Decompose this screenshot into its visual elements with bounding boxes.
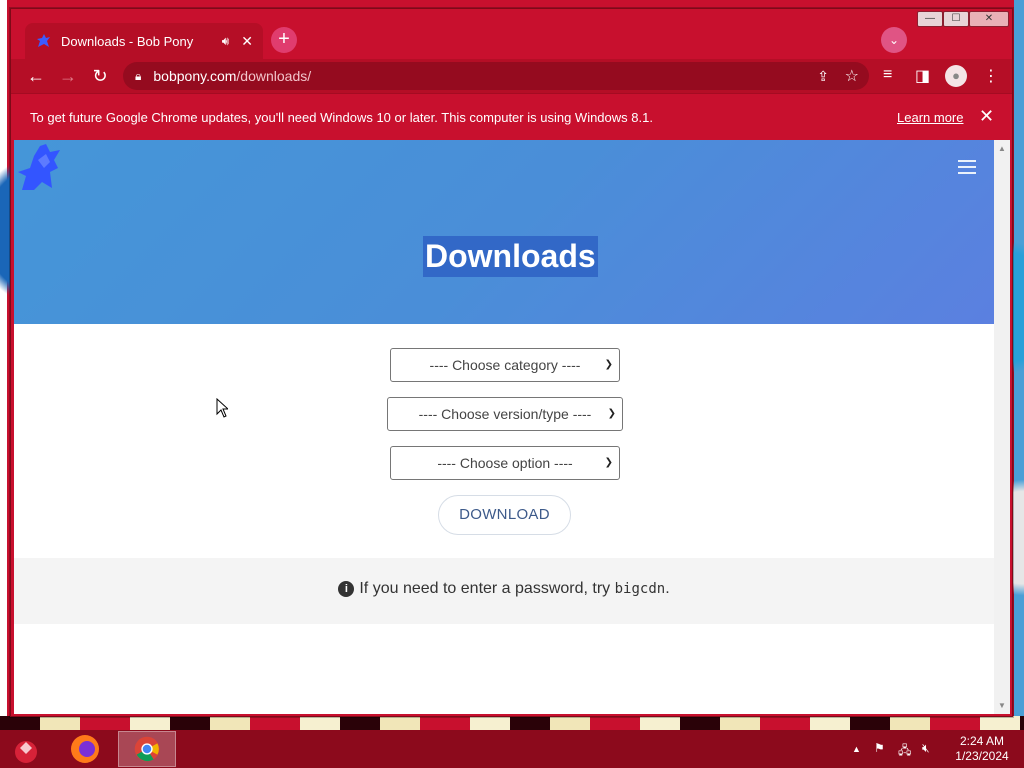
browser-toolbar: ← → ↻ 🔒︎ bobpony.com/downloads/ ⇪ ☆ ≡ ◨ … [11, 59, 1012, 93]
note-prefix: If you need to enter a password, try [359, 580, 615, 597]
note-password: bigcdn [614, 581, 666, 597]
sidepanel-icon[interactable]: ◨ [915, 66, 930, 86]
clock-date: 1/23/2024 [955, 749, 1009, 763]
start-button[interactable] [10, 734, 42, 766]
scroll-down-icon[interactable]: ▼ [998, 701, 1006, 710]
chevron-down-icon: ❯ [604, 457, 613, 468]
chevron-down-icon: ❯ [604, 359, 613, 370]
option-select-value: ---- Choose option ---- [437, 455, 573, 471]
menu-icon[interactable]: ⋮ [983, 66, 999, 86]
infobar-close-icon[interactable]: ✕ [979, 106, 994, 127]
firefox-icon[interactable] [56, 731, 114, 767]
tab-close-icon[interactable]: ✕ [241, 33, 253, 50]
info-icon: i [338, 581, 355, 597]
title-bar: Downloads - Bob Pony 🔊︎ ✕ + ⌄ — ☐ ✕ [11, 9, 1012, 61]
clock-time: 2:24 AM [959, 734, 1005, 748]
version-select[interactable]: ---- Choose version/type ---- ❯ [387, 397, 623, 431]
address-bar[interactable]: 🔒︎ bobpony.com/downloads/ ⇪ ☆ [123, 62, 869, 90]
bobpony-favicon-icon [37, 34, 50, 47]
lock-icon[interactable]: 🔒︎ [135, 69, 141, 84]
tray-overflow-icon[interactable]: ▲ [852, 744, 861, 754]
chrome-icon[interactable] [118, 731, 176, 767]
audio-icon[interactable]: 🔊︎ [222, 34, 230, 49]
site-logo[interactable] [16, 142, 64, 192]
windows-taskbar: ▲ ⚑ 🖧︎ 🔇︎ 2:24 AM 1/23/2024 [0, 730, 1024, 768]
category-select[interactable]: ---- Choose category ---- ❯ [390, 348, 620, 382]
download-button[interactable]: DOWNLOAD [438, 495, 571, 535]
infobar-message: To get future Google Chrome updates, you… [30, 110, 653, 125]
chevron-down-icon: ❯ [607, 408, 616, 419]
scroll-up-icon[interactable]: ▲ [998, 144, 1006, 153]
star-icon[interactable]: ☆ [845, 66, 859, 86]
system-clock[interactable]: 2:24 AM 1/23/2024 [948, 734, 1016, 764]
new-tab-icon[interactable]: + [271, 27, 297, 53]
browser-window: Downloads - Bob Pony 🔊︎ ✕ + ⌄ — ☐ ✕ ← → … [10, 8, 1013, 717]
version-select-value: ---- Choose version/type ---- [418, 406, 592, 422]
share-icon[interactable]: ⇪ [817, 68, 829, 85]
close-window-button[interactable]: ✕ [969, 11, 1009, 27]
tab-search-icon[interactable]: ⌄ [881, 27, 907, 53]
media-icon[interactable]: ≡ [883, 66, 892, 84]
back-icon[interactable]: ← [23, 63, 49, 89]
page-scrollbar[interactable]: ▲ ▼ [994, 140, 1010, 714]
url-path: /downloads/ [236, 68, 312, 84]
page-viewport: Downloads ---- Choose category ---- ❯ --… [14, 140, 994, 714]
forward-icon[interactable]: → [55, 63, 81, 89]
page-header: Downloads [14, 140, 994, 324]
reload-icon[interactable]: ↻ [87, 63, 113, 89]
minimize-button[interactable]: — [917, 11, 943, 27]
note-suffix: . [665, 580, 670, 597]
profile-icon[interactable]: ● [945, 65, 967, 87]
hamburger-icon[interactable] [958, 160, 976, 178]
url-host: bobpony.com [153, 68, 237, 84]
mouse-cursor-icon [216, 398, 228, 418]
option-select[interactable]: ---- Choose option ---- ❯ [390, 446, 620, 480]
password-note: i If you need to enter a password, try bi… [14, 558, 994, 624]
update-infobar: To get future Google Chrome updates, you… [11, 93, 1012, 139]
password-note-text: i If you need to enter a password, try bi… [14, 580, 994, 598]
network-icon[interactable]: 🖧︎ [898, 741, 911, 762]
maximize-button[interactable]: ☐ [943, 11, 969, 27]
page-title: Downloads [423, 236, 598, 277]
volume-muted-icon[interactable]: 🔇︎ [922, 741, 930, 756]
learn-more-link[interactable]: Learn more [897, 110, 963, 125]
tab-title: Downloads - Bob Pony [61, 33, 194, 49]
action-center-flag-icon[interactable]: ⚑ [874, 741, 885, 755]
desktop-wallpaper-strip [0, 716, 1024, 730]
category-select-value: ---- Choose category ---- [429, 357, 581, 373]
browser-tab[interactable]: Downloads - Bob Pony 🔊︎ ✕ [25, 23, 263, 59]
